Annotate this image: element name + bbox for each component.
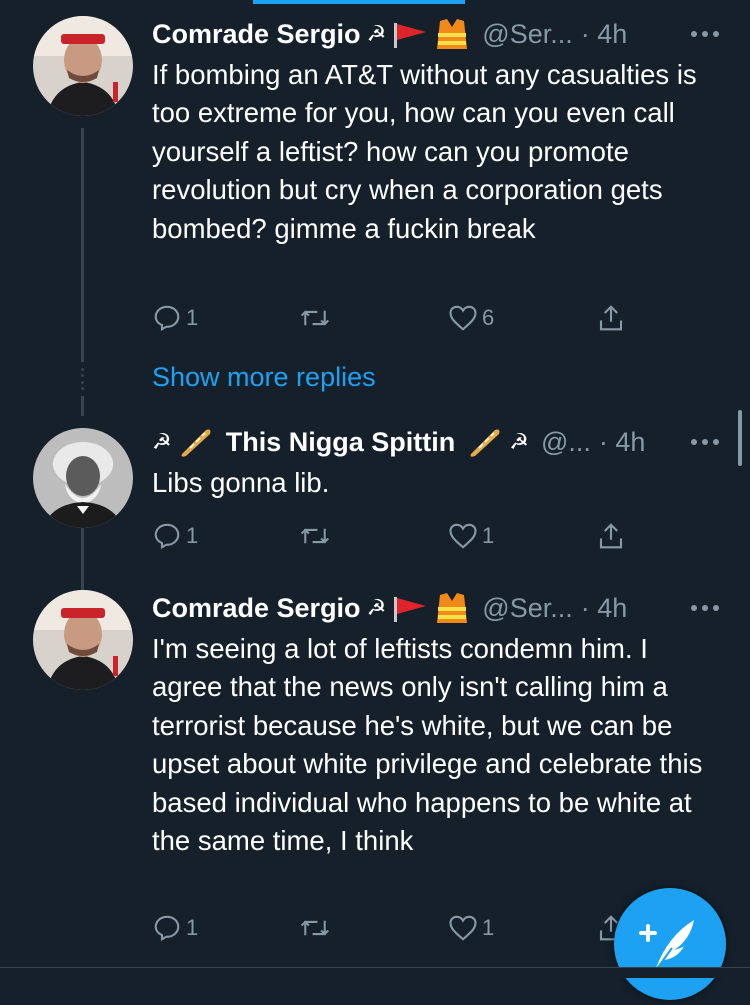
like-button[interactable]: 6 bbox=[448, 300, 494, 336]
baguette-icon bbox=[467, 426, 503, 458]
more-options-icon[interactable] bbox=[690, 16, 720, 52]
tweet-actions: 1 6 bbox=[152, 300, 632, 336]
hammer-sickle-icon: ☭ bbox=[366, 21, 387, 46]
safety-vest-icon bbox=[434, 591, 470, 625]
like-count: 6 bbox=[482, 305, 495, 330]
reply-icon bbox=[154, 305, 180, 332]
retweet-button[interactable] bbox=[298, 300, 336, 336]
tweet-text: If bombing an AT&T without any casualtie… bbox=[152, 59, 697, 244]
retweet-icon bbox=[300, 528, 330, 544]
avatar[interactable] bbox=[33, 16, 133, 116]
tweet-header: ☭ This Nigga Spittin ☭ @... · 4h bbox=[152, 424, 720, 460]
more-options-icon[interactable] bbox=[690, 424, 720, 460]
share-icon bbox=[599, 523, 623, 549]
reply-button[interactable]: 1 bbox=[152, 300, 198, 336]
tweet-text: Libs gonna lib. bbox=[152, 467, 330, 498]
tweet-header: Comrade Sergio ☭ @Ser... · 4h bbox=[152, 16, 720, 52]
user-handle: @Ser... bbox=[482, 18, 573, 49]
more-options-icon[interactable] bbox=[690, 590, 720, 626]
thread-line bbox=[81, 128, 84, 362]
display-name[interactable]: Comrade Sergio bbox=[152, 19, 361, 50]
tweet-actions: 1 1 bbox=[152, 518, 632, 554]
share-icon bbox=[599, 305, 623, 331]
compose-tweet-icon bbox=[639, 920, 694, 971]
retweet-button[interactable] bbox=[298, 910, 336, 946]
share-button[interactable] bbox=[596, 300, 626, 336]
retweet-icon bbox=[300, 310, 330, 326]
thread-line bbox=[81, 396, 84, 416]
heart-icon bbox=[449, 523, 477, 549]
top-tab-indicator bbox=[0, 0, 750, 6]
like-button[interactable]: 1 bbox=[448, 518, 494, 554]
tweet-time: · 4h bbox=[580, 18, 628, 49]
bottom-bar bbox=[0, 967, 750, 978]
avatar[interactable] bbox=[33, 428, 133, 528]
tweet-actions: 1 1 bbox=[152, 910, 632, 946]
red-flag-icon bbox=[392, 594, 428, 622]
hammer-sickle-icon: ☭ bbox=[509, 429, 529, 454]
tweet-time: · 4h bbox=[580, 592, 628, 623]
baguette-icon bbox=[178, 426, 214, 458]
heart-icon bbox=[449, 305, 477, 331]
share-button[interactable] bbox=[596, 518, 626, 554]
like-count: 1 bbox=[482, 523, 495, 548]
tweet-header: Comrade Sergio ☭ @Ser... · 4h bbox=[152, 590, 720, 626]
thread-line bbox=[81, 522, 84, 594]
hammer-sickle-icon: ☭ bbox=[152, 429, 172, 454]
display-name[interactable]: Comrade Sergio bbox=[152, 593, 361, 624]
show-more-replies-link[interactable]: Show more replies bbox=[152, 362, 376, 393]
tweet-time: · 4h bbox=[598, 426, 646, 457]
like-button[interactable]: 1 bbox=[448, 910, 494, 946]
hammer-sickle-icon: ☭ bbox=[366, 595, 387, 620]
thread-dots bbox=[81, 368, 84, 390]
like-count: 1 bbox=[482, 915, 495, 940]
reply-button[interactable]: 1 bbox=[152, 910, 198, 946]
safety-vest-icon bbox=[434, 17, 470, 51]
red-flag-icon bbox=[392, 20, 428, 48]
retweet-icon bbox=[300, 920, 330, 936]
reply-icon bbox=[154, 523, 180, 550]
user-handle: @Ser... bbox=[482, 592, 573, 623]
reply-count: 1 bbox=[186, 523, 199, 548]
reply-icon bbox=[154, 915, 180, 942]
avatar[interactable] bbox=[33, 590, 133, 690]
scrollbar[interactable] bbox=[738, 410, 742, 466]
reply-count: 1 bbox=[186, 915, 199, 940]
tweet-text: I'm seeing a lot of leftists condemn him… bbox=[152, 633, 703, 857]
heart-icon bbox=[449, 915, 477, 941]
compose-tweet-button[interactable] bbox=[614, 888, 726, 1000]
reply-count: 1 bbox=[186, 305, 199, 330]
retweet-button[interactable] bbox=[298, 518, 336, 554]
user-handle: @... bbox=[540, 426, 591, 457]
display-name[interactable]: This Nigga Spittin bbox=[226, 427, 456, 458]
reply-button[interactable]: 1 bbox=[152, 518, 198, 554]
